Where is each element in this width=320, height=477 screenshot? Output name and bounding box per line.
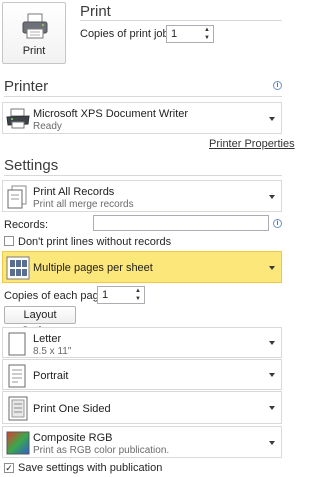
orientation-dropdown-title: Portrait <box>33 370 69 382</box>
spinner-arrows-icon[interactable]: ▲ ▼ <box>132 287 144 303</box>
save-settings-checkbox[interactable]: ✓ <box>4 463 14 473</box>
print-button[interactable]: Print <box>2 2 66 64</box>
info-icon[interactable]: i <box>273 81 282 90</box>
layout-dropdown[interactable]: Multiple pages per sheet <box>2 251 282 283</box>
chevron-down-icon <box>269 441 275 445</box>
paper-dropdown-subtitle: 8.5 x 11" <box>33 346 72 357</box>
copies-label: Copies of print job: <box>80 28 172 40</box>
orientation-dropdown[interactable]: Portrait <box>2 359 282 390</box>
settings-heading: Settings <box>4 157 59 174</box>
records-label: Records: <box>4 219 49 231</box>
dont-print-blank-checkbox[interactable] <box>4 236 14 246</box>
rgb-color-icon <box>6 431 30 455</box>
copies-each-spinner[interactable]: 1 ▲ ▼ <box>97 286 145 304</box>
printer-properties-link[interactable]: Printer Properties <box>209 138 295 150</box>
records-dropdown[interactable]: Print All Records Print all merge record… <box>2 180 282 212</box>
chevron-down-icon <box>269 266 275 270</box>
printer-icon <box>6 108 30 129</box>
copies-each-label: Copies of each page: <box>4 290 108 302</box>
info-icon[interactable]: i <box>273 219 282 228</box>
chevron-down-icon <box>269 195 275 199</box>
chevron-down-icon <box>269 341 275 345</box>
color-dropdown-title: Composite RGB <box>33 432 113 444</box>
chevron-down-icon <box>269 373 275 377</box>
records-dropdown-title: Print All Records <box>33 186 115 198</box>
one-sided-icon <box>8 396 28 421</box>
color-dropdown[interactable]: Composite RGB Print as RGB color publica… <box>2 426 282 458</box>
printer-icon <box>22 13 48 39</box>
printer-heading: Printer <box>4 78 49 95</box>
print-button-label: Print <box>22 45 46 57</box>
printer-name: Microsoft XPS Document Writer <box>33 108 189 120</box>
save-settings-label: Save settings with publication <box>18 462 163 474</box>
records-input[interactable] <box>93 215 269 231</box>
sides-dropdown-title: Print One Sided <box>33 403 111 415</box>
printer-dropdown[interactable]: Microsoft XPS Document Writer Ready <box>2 102 282 134</box>
records-dropdown-subtitle: Print all merge records <box>33 199 134 210</box>
chevron-down-icon <box>269 406 275 410</box>
layout-options-button[interactable]: Layout Options <box>4 306 76 337</box>
printer-status: Ready <box>33 121 62 132</box>
copies-each-value: 1 <box>102 289 109 301</box>
paper-dropdown-title: Letter <box>33 333 62 345</box>
copies-spinner[interactable]: 1 ▲ ▼ <box>166 25 214 43</box>
spinner-arrows-icon[interactable]: ▲ ▼ <box>201 26 213 42</box>
chevron-down-icon <box>269 117 275 121</box>
dont-print-blank-label: Don't print lines without records <box>18 236 172 248</box>
copies-value: 1 <box>171 28 178 40</box>
layout-dropdown-title: Multiple pages per sheet <box>33 262 153 274</box>
pages-icon <box>7 185 27 209</box>
multiple-pages-icon <box>6 256 30 280</box>
page-icon <box>8 332 26 356</box>
color-dropdown-subtitle: Print as RGB color publication. <box>33 445 170 456</box>
paper-dropdown[interactable]: Letter 8.5 x 11" <box>2 327 282 358</box>
portrait-page-icon <box>8 364 26 388</box>
print-heading: Print <box>80 3 111 20</box>
sides-dropdown[interactable]: Print One Sided <box>2 391 282 424</box>
